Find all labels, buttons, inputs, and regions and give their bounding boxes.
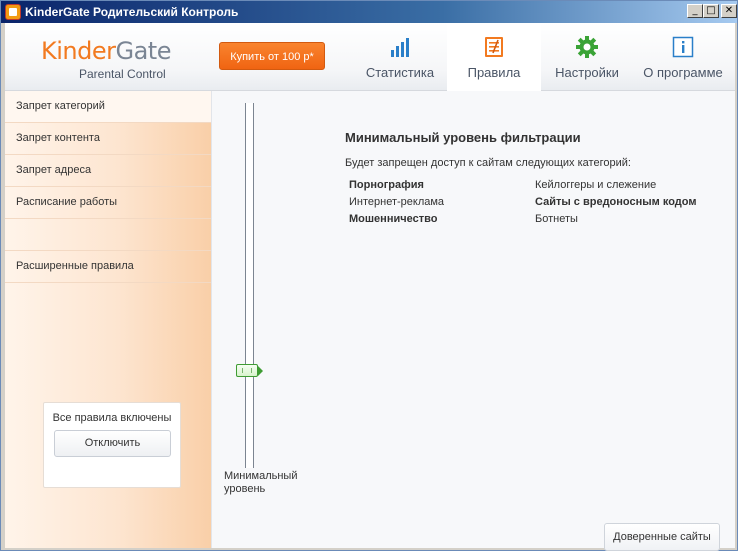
- filter-level-slider-track[interactable]: [245, 103, 254, 468]
- app-icon: [5, 4, 21, 20]
- filter-level-title: Минимальный уровень фильтрации: [345, 130, 581, 145]
- tab-settings-label: Настройки: [555, 65, 619, 80]
- slider-grip-icon: [242, 368, 252, 373]
- sidebar-item-label: Расширенные правила: [16, 260, 134, 272]
- slider-label-line2: уровень: [224, 483, 266, 495]
- logo: KinderGate Parental Control: [41, 37, 171, 81]
- logo-kinder: Kinder: [41, 37, 116, 65]
- slider-level-label: Минимальный уровень: [224, 470, 297, 496]
- sidebar-item-label: Расписание работы: [16, 196, 118, 208]
- sidebar-item-advanced-rules[interactable]: Расширенные правила: [5, 251, 211, 283]
- filter-level-description: Будет запрещен доступ к сайтам следующих…: [345, 157, 631, 169]
- category-item: Ботнеты: [535, 213, 578, 225]
- sidebar-item-schedule[interactable]: Расписание работы: [5, 187, 211, 219]
- sidebar-item-content-block[interactable]: Запрет контента: [5, 123, 211, 155]
- sidebar-item-empty: [5, 219, 211, 251]
- client-area: KinderGate Parental Control Купить от 10…: [5, 23, 735, 551]
- sidebar-item-label: Запрет категорий: [16, 100, 105, 112]
- tab-about[interactable]: О программе: [633, 23, 733, 91]
- close-button[interactable]: ✕: [721, 4, 737, 18]
- logo-gate: Gate: [115, 37, 171, 65]
- tab-statistics-label: Статистика: [365, 65, 435, 80]
- tab-rules-label: Правила: [467, 65, 521, 80]
- app-window: KinderGate Родительский Контроль _ □ ✕ K…: [0, 0, 738, 551]
- category-item: Мошенничество: [349, 213, 438, 225]
- gear-icon: [576, 36, 598, 58]
- sidebar-item-address-block[interactable]: Запрет адреса: [5, 155, 211, 187]
- sidebar-item-label: Запрет адреса: [16, 164, 92, 176]
- disable-button[interactable]: Отключить: [54, 430, 171, 457]
- maximize-button[interactable]: □: [703, 4, 719, 18]
- tab-settings[interactable]: Настройки: [545, 23, 629, 91]
- tab-about-label: О программе: [643, 65, 723, 80]
- filter-level-slider-thumb[interactable]: [236, 364, 263, 377]
- category-item: Кейлоггеры и слежение: [535, 179, 657, 191]
- logo-subtitle: Parental Control: [79, 67, 166, 81]
- slider-label-line1: Минимальный: [224, 470, 298, 482]
- buy-button[interactable]: Купить от 100 р*: [219, 42, 325, 70]
- info-icon: [672, 36, 694, 58]
- title-bar[interactable]: KinderGate Родительский Контроль _ □ ✕: [1, 1, 737, 23]
- header: KinderGate Parental Control Купить от 10…: [5, 23, 735, 92]
- tab-rules[interactable]: Правила: [447, 23, 541, 92]
- category-item: Сайты с вредоносным кодом: [535, 196, 697, 208]
- rules-list-icon: [485, 37, 503, 57]
- window-title: KinderGate Родительский Контроль: [25, 5, 239, 19]
- sidebar-item-label: Запрет контента: [16, 132, 100, 144]
- chart-bars-icon: [391, 38, 409, 57]
- sidebar-item-category-block[interactable]: Запрет категорий: [5, 91, 211, 123]
- rules-status-text: Все правила включены: [52, 412, 172, 424]
- trusted-sites-button[interactable]: Доверенные сайты: [604, 523, 720, 551]
- category-item: Порнография: [349, 179, 424, 191]
- rules-status-box: Все правила включены Отключить: [43, 402, 181, 488]
- category-item: Интернет-реклама: [349, 196, 445, 208]
- tab-statistics[interactable]: Статистика: [355, 23, 445, 91]
- main-panel: Минимальный уровень Минимальный уровень …: [211, 91, 735, 551]
- minimize-button[interactable]: _: [687, 4, 703, 18]
- sidebar: Запрет категорий Запрет контента Запрет …: [5, 91, 211, 548]
